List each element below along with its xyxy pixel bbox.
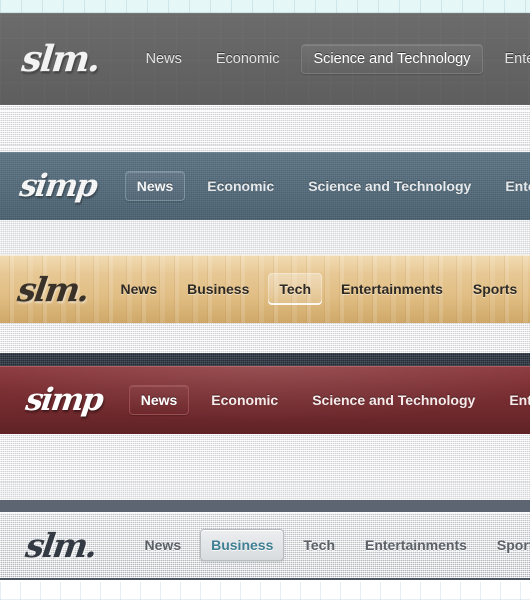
navlist-light: News Business Tech Entertainments Sports… — [130, 529, 530, 561]
navbar-light-top-strip — [0, 500, 530, 512]
navbar-red: simp News Economic Science and Technolog… — [0, 366, 530, 434]
navlist-wood: News Business Tech Entertainments Sports… — [106, 273, 530, 305]
nav-item-news[interactable]: News — [128, 385, 190, 415]
nav-item-economic[interactable]: Economic — [199, 385, 290, 415]
nav-item-science-and-technology[interactable]: Science and Technology — [300, 385, 487, 415]
nav-item-entertainment[interactable]: Entertainment — [493, 171, 530, 201]
nav-item-sports[interactable]: Sports — [486, 529, 530, 561]
nav-item-economic[interactable]: Economic — [203, 44, 293, 74]
logo-simp-red[interactable]: simp — [23, 382, 104, 418]
texture-gap-4b — [0, 482, 530, 500]
logo-slm-gray[interactable]: slm. — [20, 38, 101, 80]
navlist-red: News Economic Science and Technology Ent… — [124, 385, 530, 415]
ui-kit-canvas: slm. News Economic Science and Technolog… — [0, 0, 530, 600]
navbar-gray: slm. News Economic Science and Technolog… — [0, 13, 530, 105]
navlist-slate: News Economic Science and Technology Ent… — [120, 171, 530, 201]
nav-item-sports[interactable]: Sports — [462, 273, 528, 305]
nav-item-news[interactable]: News — [134, 529, 193, 561]
nav-item-tech[interactable]: Tech — [292, 529, 346, 561]
navbar-light: slm. News Business Tech Entertainments S… — [0, 512, 530, 580]
logo-slm-light[interactable]: slm. — [23, 526, 98, 565]
page-bottom-grid — [0, 582, 530, 600]
nav-item-tech[interactable]: Tech — [268, 273, 322, 305]
texture-gap-3 — [0, 323, 530, 353]
navbar-slate: simp News Economic Science and Technolog… — [0, 152, 530, 220]
nav-item-science-and-technology[interactable]: Science and Technology — [300, 44, 484, 74]
navlist-gray: News Economic Science and Technology Ent… — [129, 44, 530, 74]
nav-item-entertainment[interactable]: Entertainment — [491, 44, 530, 74]
nav-item-news[interactable]: News — [124, 171, 186, 201]
nav-item-entertainments[interactable]: Entertainments — [330, 273, 454, 305]
nav-item-business[interactable]: Business — [176, 273, 260, 305]
navbar-red-top-strip — [0, 353, 530, 366]
navbar-wood: slm. News Business Tech Entertainments S… — [0, 255, 530, 323]
page-top-strip — [0, 0, 530, 13]
nav-item-news[interactable]: News — [110, 273, 169, 305]
logo-slm-wood[interactable]: slm. — [15, 270, 90, 309]
nav-item-entertainments[interactable]: Entertainments — [354, 529, 478, 561]
nav-item-news[interactable]: News — [133, 44, 195, 74]
nav-item-science-and-technology[interactable]: Science and Technology — [296, 171, 483, 201]
nav-item-entertainment[interactable]: Entertainment — [497, 385, 530, 415]
logo-simp-slate[interactable]: simp — [17, 168, 98, 204]
texture-gap-1 — [0, 105, 530, 152]
nav-item-economic[interactable]: Economic — [195, 171, 286, 201]
nav-item-business[interactable]: Business — [200, 529, 285, 561]
texture-gap-2 — [0, 220, 530, 255]
